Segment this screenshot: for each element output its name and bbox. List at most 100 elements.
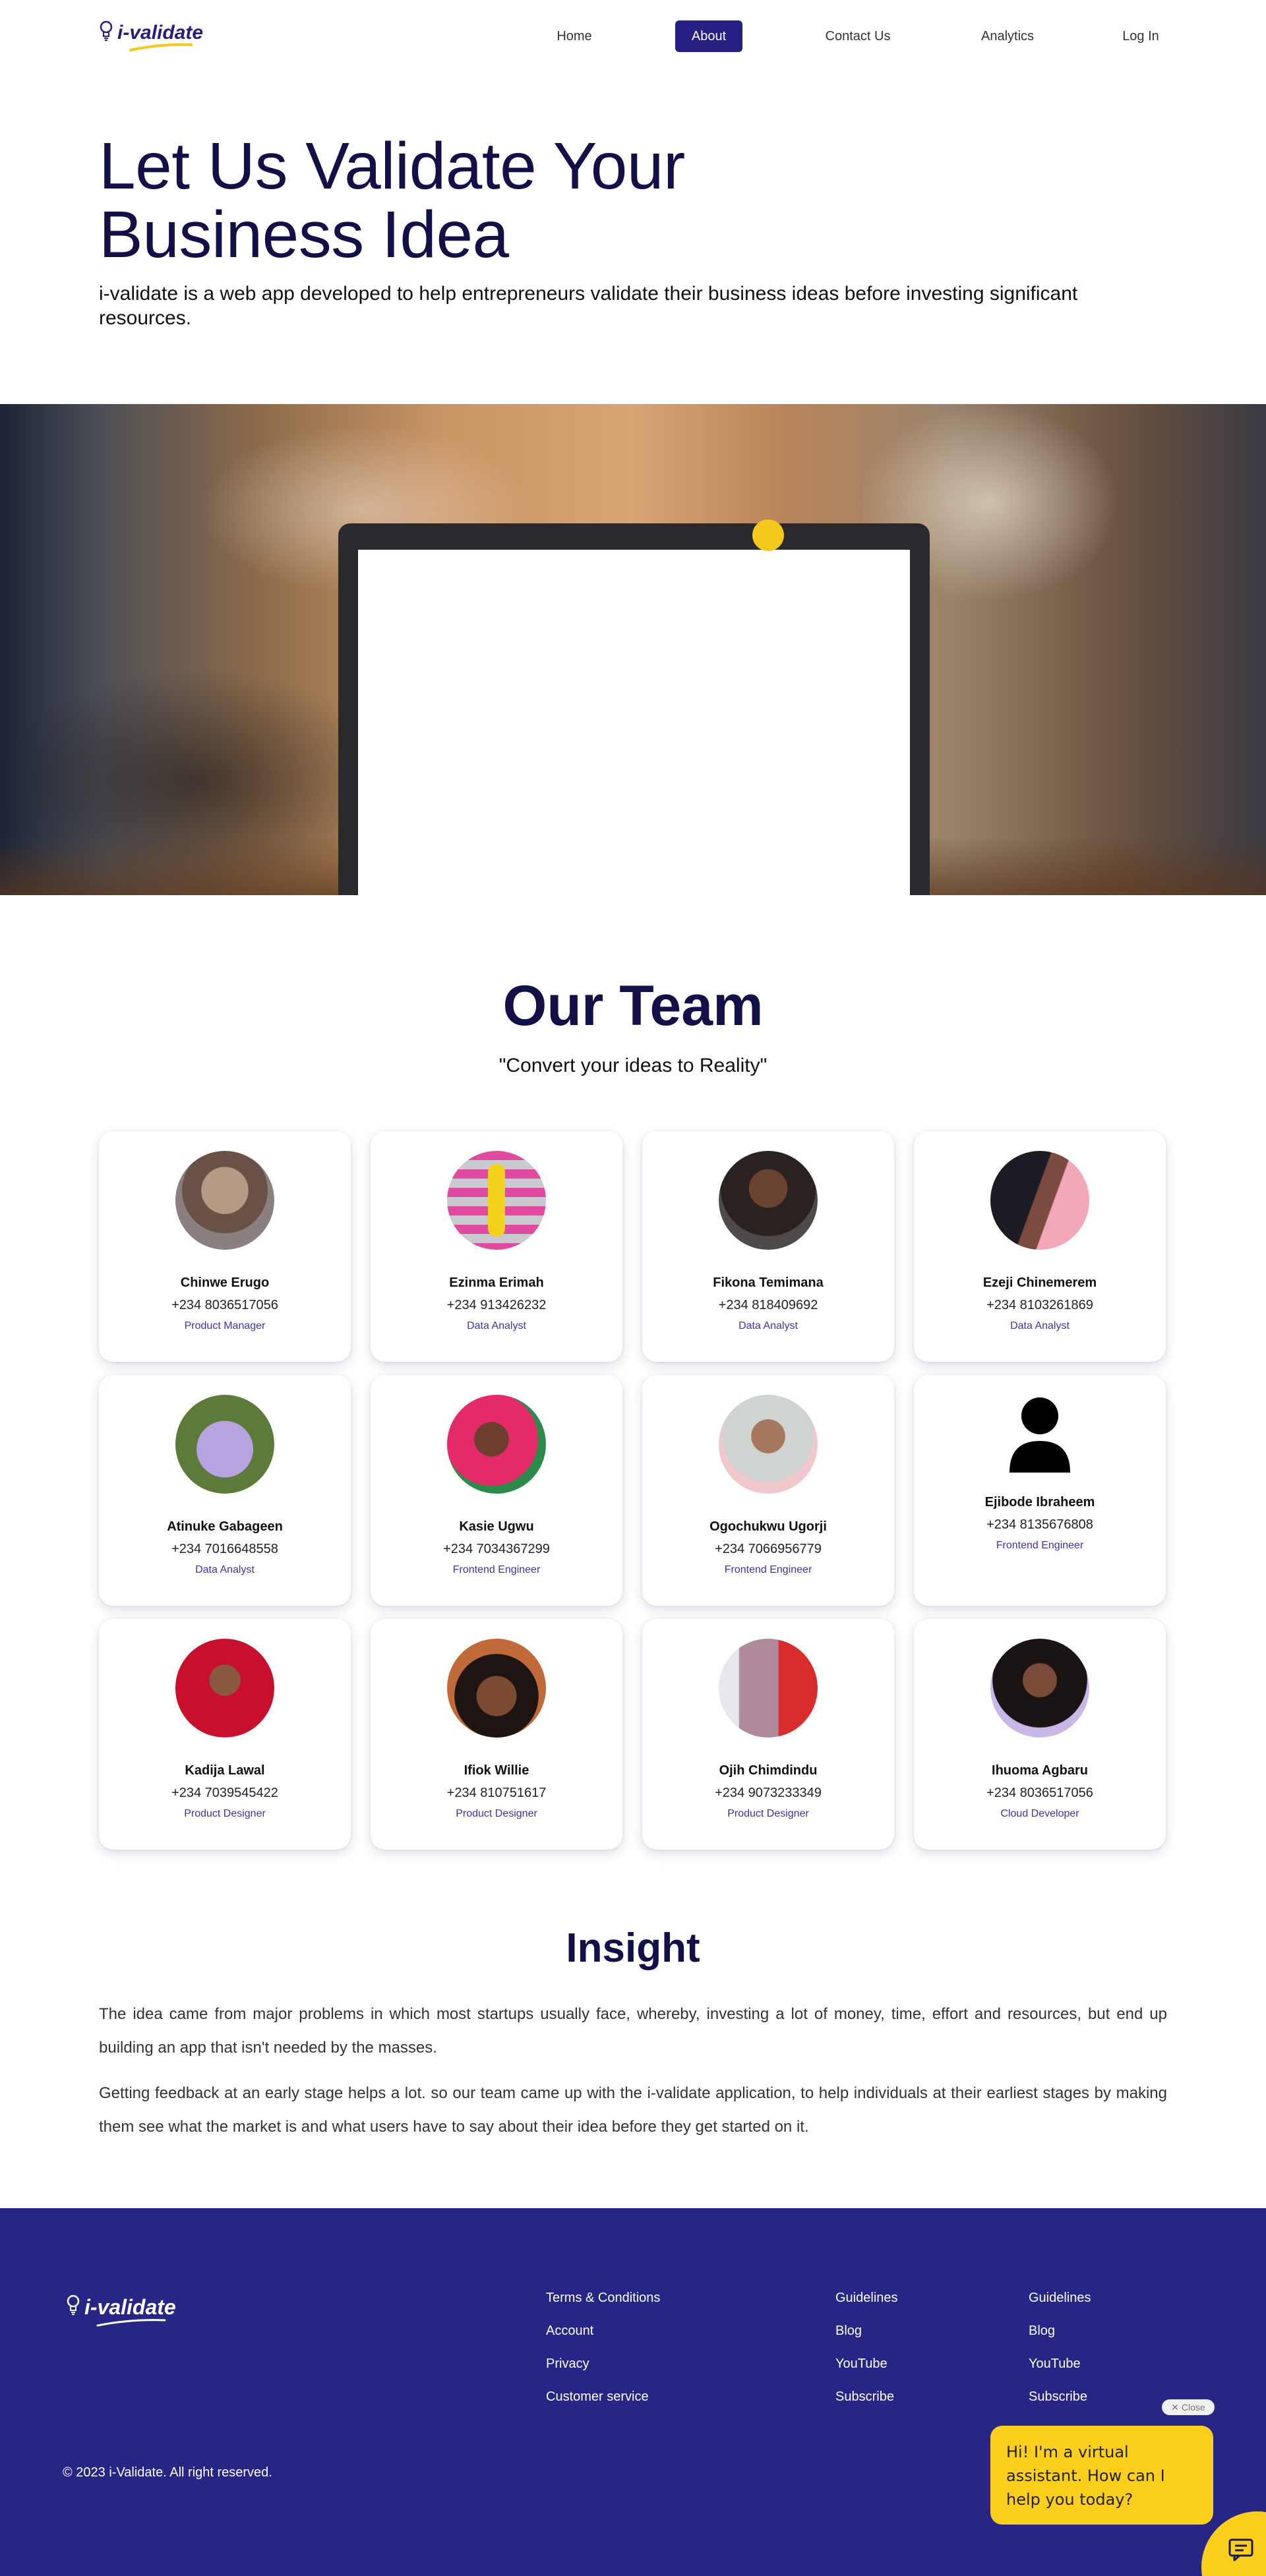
avatar	[719, 1395, 818, 1494]
insight-paragraph-1: The idea came from major problems in whi…	[99, 2005, 1167, 2057]
footer-column-2: Guidelines Blog YouTube Subscribe	[835, 2290, 898, 2422]
member-role: Data Analyst	[1010, 1320, 1070, 1332]
member-role: Data Analyst	[195, 1564, 255, 1575]
camera-dot	[752, 519, 784, 551]
avatar	[447, 1639, 546, 1738]
footer-link-guidelines[interactable]: Guidelines	[835, 2290, 898, 2323]
member-role: Product Designer	[727, 1808, 809, 1819]
avatar	[719, 1151, 818, 1250]
footer-link-youtube[interactable]: YouTube	[835, 2356, 898, 2389]
member-phone: +234 8036517056	[986, 1786, 1093, 1800]
team-quote: "Convert your ideas to Reality"	[498, 1055, 768, 1076]
insight-title: Insight	[566, 1925, 700, 1971]
team-card: Ezinma Erimah +234 913426232 Data Analys…	[371, 1131, 622, 1362]
nav-contact-us[interactable]: Contact Us	[820, 20, 895, 52]
avatar	[175, 1151, 274, 1250]
member-role: Frontend Engineer	[996, 1540, 1084, 1551]
member-phone: +234 913426232	[446, 1298, 547, 1312]
member-name: Ihuoma Agbaru	[992, 1763, 1088, 1778]
hero-subtitle: i-validate is a web app developed to hel…	[99, 283, 1078, 329]
nav-analytics[interactable]: Analytics	[975, 20, 1040, 52]
team-card: Ejibode Ibraheem +234 8135676808 Fronten…	[914, 1375, 1166, 1606]
team-card: Kasie Ugwu +234 7034367299 Frontend Engi…	[371, 1375, 622, 1606]
footer-link-guidelines[interactable]: Guidelines	[1029, 2290, 1091, 2323]
member-phone: +234 8135676808	[986, 1517, 1093, 1532]
avatar	[447, 1395, 546, 1494]
footer-link-youtube[interactable]: YouTube	[1029, 2356, 1091, 2389]
footer-link-blog[interactable]: Blog	[835, 2323, 898, 2356]
chat-icon	[1228, 2538, 1253, 2561]
footer-column-3: Guidelines Blog YouTube Subscribe	[1029, 2290, 1091, 2422]
hero-title: Let Us Validate Your Business Idea	[99, 129, 685, 272]
member-role: Cloud Developer	[1000, 1808, 1079, 1819]
nav-log-in[interactable]: Log In	[1114, 20, 1167, 52]
team-card: Ihuoma Agbaru +234 8036517056 Cloud Deve…	[914, 1619, 1166, 1850]
member-name: Kasie Ugwu	[459, 1519, 534, 1534]
footer-link-subscribe[interactable]: Subscribe	[835, 2389, 898, 2422]
avatar	[175, 1639, 274, 1738]
footer-link-blog[interactable]: Blog	[1029, 2323, 1091, 2356]
team-card: Kadija Lawal +234 7039545422 Product Des…	[99, 1619, 351, 1850]
team-title: Our Team	[502, 974, 764, 1038]
member-role: Data Analyst	[467, 1320, 526, 1332]
footer-link-subscribe[interactable]: Subscribe	[1029, 2389, 1091, 2422]
footer-link-terms[interactable]: Terms & Conditions	[546, 2290, 660, 2323]
member-phone: +234 7039545422	[171, 1786, 278, 1800]
member-phone: +234 7066956779	[715, 1542, 822, 1556]
member-phone: +234 9073233349	[715, 1786, 822, 1800]
nav-about-us[interactable]: About Us	[675, 20, 742, 75]
laptop-screen	[358, 550, 910, 895]
member-name: Ogochukwu Ugorji	[709, 1519, 827, 1534]
team-card: Chinwe Erugo +234 8036517056 Product Man…	[99, 1131, 351, 1362]
member-name: Chinwe Erugo	[180, 1275, 270, 1290]
member-name: Ezeji Chinemerem	[982, 1275, 1097, 1290]
footer-link-privacy[interactable]: Privacy	[546, 2356, 660, 2389]
member-role: Product Designer	[184, 1808, 266, 1819]
copyright-text: © 2023 i-Validate. All right reserved.	[63, 2465, 272, 2480]
hero-laptop-image	[0, 404, 1266, 895]
laptop-frame	[338, 523, 930, 895]
member-name: Ejibode Ibraheem	[984, 1495, 1095, 1509]
team-card: Atinuke Gabageen +234 7016648558 Data An…	[99, 1375, 351, 1606]
nav-home[interactable]: Home	[545, 20, 604, 52]
team-card: Ojih Chimdindu +234 9073233349 Product D…	[642, 1619, 894, 1850]
member-phone: +234 7034367299	[443, 1542, 550, 1556]
user-icon	[1010, 1397, 1070, 1473]
member-role: Product Manager	[184, 1320, 266, 1332]
avatar	[175, 1395, 274, 1494]
member-phone: +234 818409692	[718, 1298, 818, 1312]
member-name: Ifiok Willie	[464, 1763, 529, 1778]
avatar	[990, 1151, 1089, 1250]
logo-swoosh-icon	[96, 2319, 166, 2327]
member-name: Atinuke Gabageen	[167, 1519, 283, 1534]
team-card: Ogochukwu Ugorji +234 7066956779 Fronten…	[642, 1375, 894, 1606]
top-nav: i-validate Home About Us Contact Us Anal…	[0, 0, 1266, 75]
footer-logo[interactable]: i-validate	[66, 2294, 176, 2327]
member-role: Frontend Engineer	[452, 1564, 541, 1575]
member-name: Ezinma Erimah	[449, 1275, 544, 1290]
footer-column-1: Terms & Conditions Account Privacy Custo…	[546, 2290, 660, 2422]
chat-close-button[interactable]: ✕ Close	[1162, 2399, 1215, 2415]
member-name: Fikona Temimana	[713, 1275, 824, 1290]
member-role: Frontend Engineer	[724, 1564, 812, 1575]
member-name: Kadija Lawal	[185, 1763, 265, 1778]
member-phone: +234 8103261869	[986, 1298, 1093, 1312]
avatar	[990, 1639, 1089, 1738]
chat-greeting-bubble[interactable]: Hi! I'm a virtual assistant. How can I h…	[990, 2426, 1213, 2525]
member-role: Data Analyst	[738, 1320, 798, 1332]
footer-link-account[interactable]: Account	[546, 2323, 660, 2356]
avatar	[719, 1639, 818, 1738]
footer-link-customer-service[interactable]: Customer service	[546, 2389, 660, 2422]
member-phone: +234 810751617	[446, 1786, 547, 1800]
team-card: Ezeji Chinemerem +234 8103261869 Data An…	[914, 1131, 1166, 1362]
member-phone: +234 7016648558	[171, 1542, 278, 1556]
member-role: Product Designer	[456, 1808, 537, 1819]
team-card: Fikona Temimana +234 818409692 Data Anal…	[642, 1131, 894, 1362]
insight-paragraph-2: Getting feedback at an early stage helps…	[99, 2084, 1167, 2136]
member-name: Ojih Chimdindu	[719, 1763, 818, 1778]
avatar	[447, 1151, 546, 1250]
lightbulb-icon	[67, 2295, 80, 2315]
member-phone: +234 8036517056	[171, 1298, 278, 1312]
footer-logo-text: i-validate	[84, 2295, 176, 2319]
team-card: Ifiok Willie +234 810751617 Product Desi…	[371, 1619, 622, 1850]
